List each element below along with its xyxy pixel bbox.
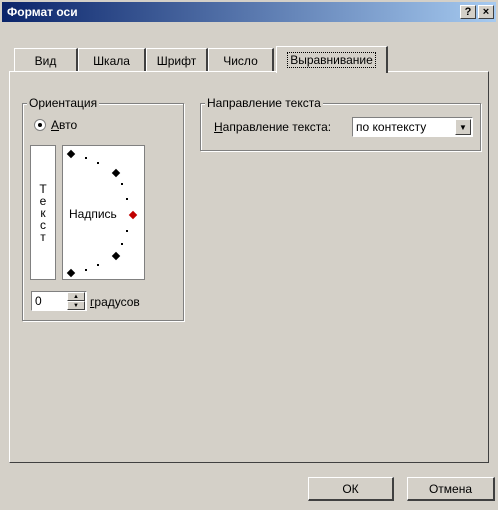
orientation-dial[interactable]: Надпись: [62, 145, 145, 280]
tab-scale[interactable]: Шкала: [78, 48, 146, 72]
tab-font[interactable]: Шрифт: [146, 48, 208, 72]
text-direction-select[interactable]: по контексту ▼: [352, 117, 473, 137]
degrees-label: градусов: [90, 295, 140, 309]
vertical-text-option[interactable]: Т е к с т: [30, 145, 56, 280]
vertical-text-letter: е: [39, 193, 47, 208]
dial-label: Надпись: [69, 207, 117, 221]
ok-button[interactable]: ОК: [308, 477, 394, 501]
close-button[interactable]: ×: [478, 5, 494, 19]
tab-view[interactable]: Вид: [14, 48, 78, 72]
cancel-button[interactable]: Отмена: [407, 477, 495, 501]
degrees-spinner[interactable]: ▲ ▼: [67, 292, 85, 310]
radio-selected-icon: [34, 119, 46, 131]
text-direction-label: Направление текста:: [214, 120, 332, 134]
spin-down-icon[interactable]: ▼: [67, 301, 85, 310]
chevron-down-icon[interactable]: ▼: [455, 119, 471, 135]
window-title: Формат оси: [7, 5, 78, 19]
text-direction-value: по контексту: [356, 120, 427, 134]
text-direction-legend: Направление текста: [205, 96, 323, 110]
help-button[interactable]: ?: [460, 5, 476, 19]
auto-radio[interactable]: Авто: [34, 118, 77, 132]
tab-number[interactable]: Число: [208, 48, 274, 72]
vertical-text-letter: т: [40, 229, 46, 244]
spin-up-icon[interactable]: ▲: [67, 292, 85, 301]
orientation-legend: Ориентация: [27, 96, 100, 110]
tab-alignment[interactable]: Выравнивание: [276, 46, 388, 73]
vertical-text-letter: с: [40, 217, 46, 232]
auto-label: Авто: [51, 118, 78, 132]
title-bar: Формат оси ? ×: [2, 2, 496, 22]
vertical-text-letter: к: [40, 205, 46, 220]
vertical-text-letter: Т: [39, 181, 47, 196]
format-axis-dialog: Формат оси ? × Вид Шкала Шрифт Число Выр…: [0, 0, 498, 510]
